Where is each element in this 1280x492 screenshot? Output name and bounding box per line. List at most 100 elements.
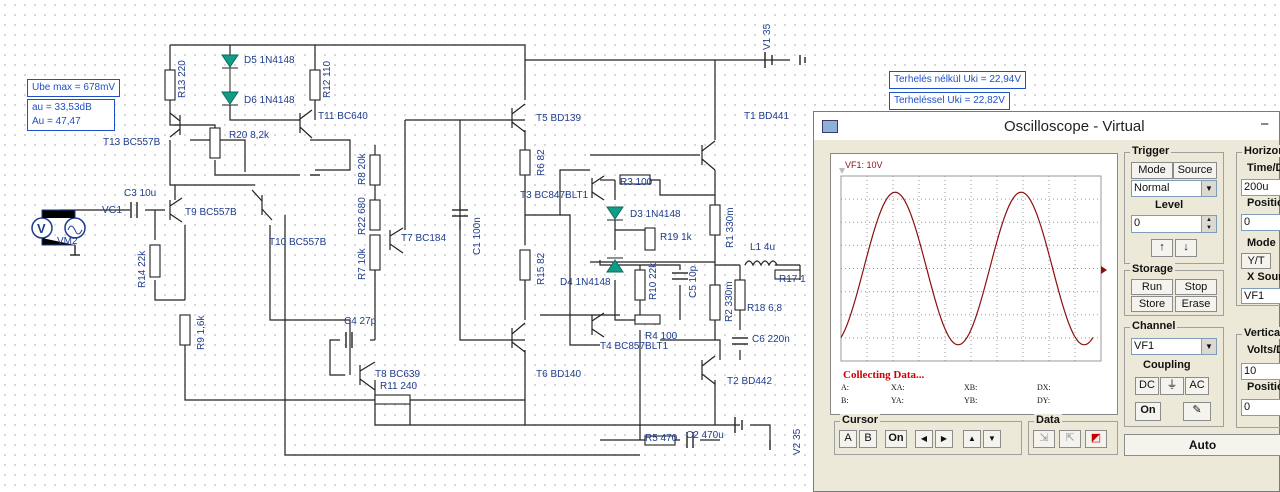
label-r20: R20 8,2k bbox=[229, 130, 270, 141]
label-r17: R17 1 bbox=[779, 274, 806, 285]
readout-xb: XB: bbox=[964, 383, 977, 392]
label-r3: R3 100 bbox=[620, 177, 653, 188]
label-r11: R11 240 bbox=[380, 381, 418, 392]
level-marker-icon bbox=[1101, 266, 1107, 274]
trigger-title: Trigger bbox=[1130, 145, 1172, 157]
cursor-up-button[interactable]: ▲ bbox=[963, 430, 981, 448]
label-r4: R4 100 bbox=[645, 331, 678, 342]
label-vg1: VG1 bbox=[102, 205, 122, 216]
label-t8: T8 BC639 bbox=[375, 369, 420, 380]
export-icon: ⇱ bbox=[1065, 432, 1075, 444]
label-d5: D5 1N4148 bbox=[244, 55, 295, 66]
label-t10: T10 BC557B bbox=[269, 237, 327, 248]
erase-button[interactable]: Erase bbox=[1175, 296, 1217, 312]
probe-icon: ✎ bbox=[1192, 404, 1202, 416]
label-r18: R18 6,8 bbox=[747, 303, 782, 314]
label-r5: R5 470 bbox=[645, 433, 678, 444]
label-r13: R13 220 bbox=[177, 60, 188, 98]
status-text: Collecting Data... bbox=[843, 369, 925, 381]
readout-xa: XA: bbox=[891, 383, 905, 392]
channel-on-button[interactable]: On bbox=[1135, 402, 1161, 421]
channel-value: VF1 bbox=[1134, 340, 1155, 352]
uki-loaded-box: Terheléssel Uki = 22,82V bbox=[889, 92, 1010, 110]
label-r7: R7 10k bbox=[357, 247, 368, 280]
channel-select[interactable]: VF1 ▼ bbox=[1131, 338, 1217, 355]
yt-mode-button[interactable]: Y/T bbox=[1241, 253, 1271, 269]
cursor-down-button[interactable]: ▼ bbox=[983, 430, 1001, 448]
export-data-button[interactable]: ⇱ bbox=[1059, 430, 1081, 448]
dc-coupling-button[interactable]: DC bbox=[1135, 377, 1159, 395]
channel-scale-label: VF1: 10V bbox=[845, 160, 883, 170]
graph-icon: ◩ bbox=[1090, 432, 1102, 444]
cursor-a-button[interactable]: A bbox=[839, 430, 857, 448]
run-button[interactable]: Run bbox=[1131, 279, 1173, 295]
probe-color-button[interactable]: ✎ bbox=[1183, 402, 1211, 421]
oscilloscope-screen-frame: VF1: 10V Collecting Data... A: XA: XB: D… bbox=[830, 153, 1118, 415]
waveform-trace bbox=[840, 191, 1094, 346]
spinner-icon[interactable]: ▲ ▼ bbox=[1201, 216, 1216, 232]
vertical-group: Vertical Volts/Di 10 Position 0 bbox=[1236, 327, 1280, 428]
oscilloscope-app-icon bbox=[822, 120, 838, 133]
h-position-input[interactable]: 0 bbox=[1241, 214, 1280, 231]
label-t13: T13 BC557B bbox=[103, 137, 161, 148]
label-t3: T3 BC847BLT1 bbox=[520, 190, 589, 201]
label-r12: R12 110 bbox=[322, 60, 333, 98]
mode-label: Mode bbox=[1247, 237, 1276, 249]
label-c4: C4 27p bbox=[344, 316, 377, 327]
gnd-coupling-button[interactable]: ⏚ bbox=[1160, 377, 1184, 395]
time-div-input[interactable]: 200u bbox=[1241, 179, 1280, 196]
cursor-on-button[interactable]: On bbox=[885, 430, 907, 448]
rising-edge-button[interactable]: ↑ bbox=[1151, 239, 1173, 257]
cursor-title: Cursor bbox=[840, 414, 881, 426]
horizontal-group: Horizon Time/D 200u Position 0 Mode Y/T … bbox=[1236, 145, 1280, 306]
tab-trigger-mode[interactable]: Mode bbox=[1131, 162, 1173, 179]
voltmeter-vm2[interactable]: V bbox=[31, 217, 53, 239]
batteries bbox=[70, 52, 806, 450]
coupling-label: Coupling bbox=[1143, 359, 1191, 371]
cursor-right-button[interactable]: ▶ bbox=[935, 430, 953, 448]
signal-generator-vg1[interactable] bbox=[64, 217, 86, 239]
graph-data-button[interactable]: ◩ bbox=[1085, 430, 1107, 448]
trigger-level-value: 0 bbox=[1134, 217, 1141, 229]
cursor-left-button[interactable]: ◀ bbox=[915, 430, 933, 448]
label-c3: C3 10u bbox=[124, 188, 156, 199]
label-c5: C5 10p bbox=[688, 265, 699, 298]
label-c6: C6 220n bbox=[752, 334, 790, 345]
import-data-button[interactable]: ⇲ bbox=[1033, 430, 1055, 448]
readout-b: B: bbox=[841, 396, 849, 405]
label-r15: R15 82 bbox=[536, 252, 547, 285]
x-source-select[interactable]: VF1 bbox=[1241, 288, 1280, 304]
label-c1: C1 100n bbox=[472, 217, 483, 255]
level-label: Level bbox=[1155, 199, 1184, 211]
storage-title: Storage bbox=[1130, 263, 1175, 275]
minimize-icon[interactable]: − bbox=[1260, 116, 1269, 133]
data-title: Data bbox=[1034, 414, 1062, 426]
label-c2: C2 470u bbox=[686, 430, 724, 441]
oscilloscope-screen[interactable]: VF1: 10V Collecting Data... A: XA: XB: D… bbox=[831, 154, 1117, 414]
uki-unloaded-box: Terhelés nélkül Uki = 22,94V bbox=[889, 71, 1027, 89]
auto-button[interactable]: Auto bbox=[1124, 434, 1280, 456]
trigger-level-input[interactable]: 0 ▲ ▼ bbox=[1131, 215, 1217, 233]
cursor-b-button[interactable]: B bbox=[859, 430, 877, 448]
label-vm2: VM2 bbox=[57, 236, 78, 247]
ac-coupling-button[interactable]: AC bbox=[1185, 377, 1209, 395]
label-r6: R6 82 bbox=[536, 149, 547, 176]
label-r10: R10 22k bbox=[648, 262, 659, 300]
stop-button[interactable]: Stop bbox=[1175, 279, 1217, 295]
volts-div-input[interactable]: 10 bbox=[1241, 363, 1280, 380]
label-r2: R2 330m bbox=[724, 281, 735, 322]
oscilloscope-titlebar[interactable]: Oscilloscope - Virtual − bbox=[814, 112, 1279, 140]
label-v1: V1 35 bbox=[762, 23, 773, 50]
oscilloscope-title: Oscilloscope - Virtual bbox=[1004, 118, 1145, 135]
v-position-input[interactable]: 0 bbox=[1241, 399, 1280, 416]
store-button[interactable]: Store bbox=[1131, 296, 1173, 312]
trigger-mode-select[interactable]: Normal ▼ bbox=[1131, 180, 1217, 197]
falling-edge-button[interactable]: ↓ bbox=[1175, 239, 1197, 257]
label-r1: R1 330m bbox=[725, 207, 736, 248]
oscilloscope-window[interactable]: Oscilloscope - Virtual − VF1: 10V Collec… bbox=[813, 111, 1280, 492]
label-t9: T9 BC557B bbox=[185, 207, 237, 218]
label-t4: T4 BC857BLT1 bbox=[600, 341, 669, 352]
gain-box: au = 33,53dB Au = 47,47 bbox=[27, 99, 115, 131]
tab-trigger-source[interactable]: Source bbox=[1173, 162, 1217, 179]
chevron-down-icon: ▼ bbox=[1201, 339, 1216, 354]
